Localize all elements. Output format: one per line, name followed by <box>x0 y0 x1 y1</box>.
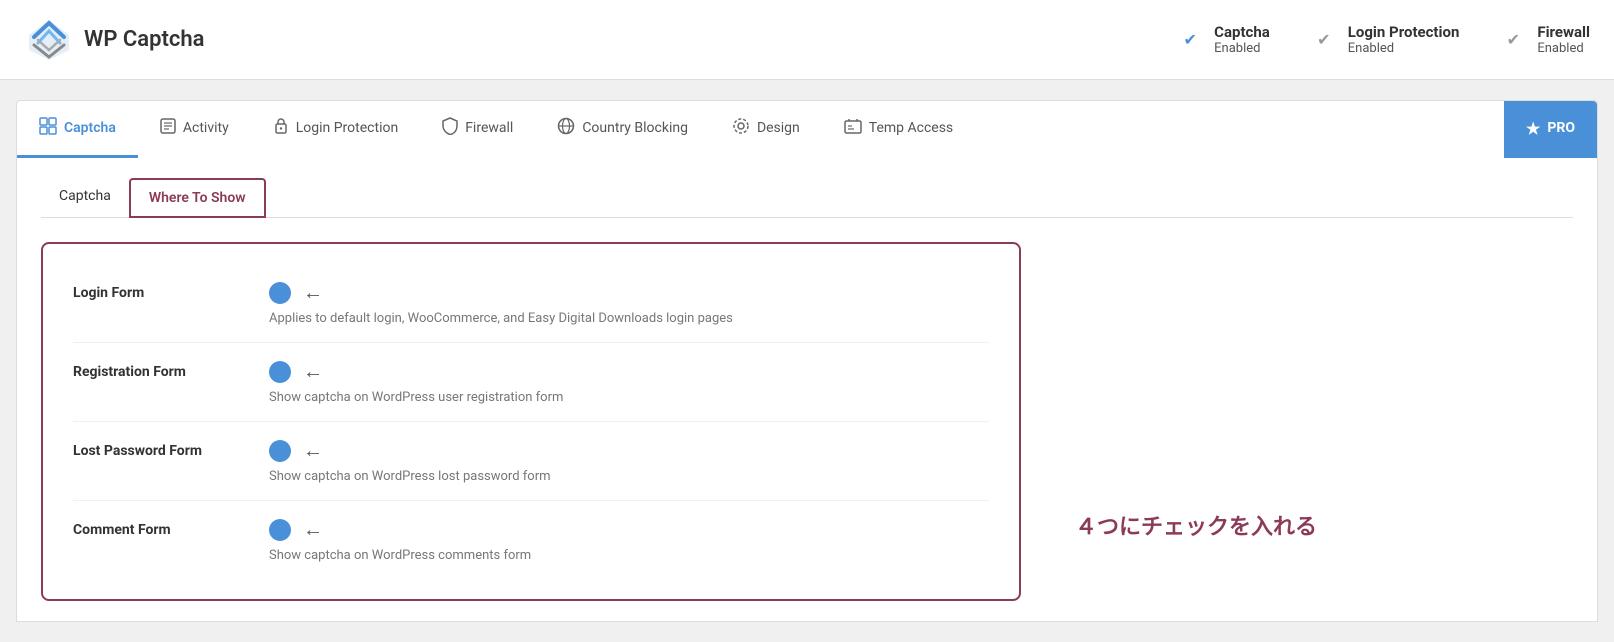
settings-box: Login Form ← Applies to default login, W… <box>41 242 1021 601</box>
logo-text: WP Captcha <box>84 27 204 52</box>
tab-pro[interactable]: ★ PRO <box>1504 101 1597 158</box>
tab-firewall-label: Firewall <box>465 120 513 136</box>
lost-password-form-description: Show captcha on WordPress lost password … <box>269 469 989 484</box>
captcha-status-title: Captcha <box>1214 23 1270 41</box>
login-protection-status-text: Login Protection Enabled <box>1348 23 1460 56</box>
tab-login-protection-label: Login Protection <box>296 120 398 136</box>
captcha-tab-icon <box>39 117 57 139</box>
captcha-status-subtitle: Enabled <box>1214 41 1270 56</box>
comment-form-row-top: Comment Form ← <box>73 517 989 542</box>
status-login-protection: ✔ Login Protection Enabled <box>1310 23 1460 56</box>
tab-captcha-label: Captcha <box>64 120 116 136</box>
tab-temp-access-label: Temp Access <box>869 120 953 136</box>
login-protection-status-subtitle: Enabled <box>1348 41 1460 56</box>
tab-design-label: Design <box>757 120 800 136</box>
registration-form-description: Show captcha on WordPress user registrat… <box>269 390 989 405</box>
sub-tab-captcha-label: Captcha <box>59 188 111 204</box>
lost-password-form-toggle-area[interactable]: ← <box>269 438 323 463</box>
main-panel: Captcha Where To Show Login Form ← Appli… <box>16 158 1598 622</box>
tabs-bar: Captcha Activity Login Protection Firewa… <box>16 100 1598 158</box>
lost-password-form-toggle[interactable] <box>269 440 291 462</box>
annotation-text: ４つにチェックを入れる <box>1075 509 1317 541</box>
tab-activity-label: Activity <box>183 120 229 136</box>
comment-form-arrow-icon: ← <box>303 517 323 542</box>
header-status-items: ✔ Captcha Enabled ✔ Login Protection Ena… <box>1176 23 1590 56</box>
lost-password-form-row: Lost Password Form ← Show captcha on Wor… <box>73 422 989 501</box>
sub-tabs: Captcha Where To Show <box>41 178 1573 218</box>
sub-tab-captcha[interactable]: Captcha <box>41 178 129 218</box>
firewall-status-title: Firewall <box>1537 23 1590 41</box>
firewall-status-text: Firewall Enabled <box>1537 23 1590 56</box>
comment-form-description: Show captcha on WordPress comments form <box>269 548 989 563</box>
design-tab-icon <box>732 117 750 139</box>
lost-password-form-arrow-icon: ← <box>303 438 323 463</box>
activity-tab-icon <box>160 118 176 138</box>
registration-form-toggle[interactable] <box>269 361 291 383</box>
registration-form-row: Registration Form ← Show captcha on Word… <box>73 343 989 422</box>
lost-password-form-row-top: Lost Password Form ← <box>73 438 989 463</box>
login-form-arrow-icon: ← <box>303 280 323 305</box>
registration-form-toggle-area[interactable]: ← <box>269 359 323 384</box>
firewall-status-subtitle: Enabled <box>1537 41 1590 56</box>
login-protection-check-icon: ✔ <box>1310 26 1338 54</box>
logo-area: WP Captcha <box>24 15 1176 65</box>
login-form-label: Login Form <box>73 285 253 301</box>
main-content: Captcha Activity Login Protection Firewa… <box>0 80 1614 642</box>
firewall-check-icon: ✔ <box>1499 26 1527 54</box>
status-firewall: ✔ Firewall Enabled <box>1499 23 1590 56</box>
registration-form-arrow-icon: ← <box>303 359 323 384</box>
firewall-tab-icon <box>442 117 458 139</box>
login-protection-tab-icon <box>273 117 289 139</box>
comment-form-toggle[interactable] <box>269 519 291 541</box>
pro-tab-icon: ★ <box>1526 119 1540 138</box>
tab-design[interactable]: Design <box>710 101 822 158</box>
registration-form-label: Registration Form <box>73 364 253 380</box>
login-form-row: Login Form ← Applies to default login, W… <box>73 264 989 343</box>
login-form-row-top: Login Form ← <box>73 280 989 305</box>
comment-form-toggle-area[interactable]: ← <box>269 517 323 542</box>
status-captcha: ✔ Captcha Enabled <box>1176 23 1270 56</box>
tab-captcha[interactable]: Captcha <box>17 101 138 158</box>
temp-access-tab-icon <box>844 117 862 139</box>
lost-password-form-label: Lost Password Form <box>73 443 253 459</box>
login-form-toggle-area[interactable]: ← <box>269 280 323 305</box>
comment-form-label: Comment Form <box>73 522 253 538</box>
tab-temp-access[interactable]: Temp Access <box>822 101 975 158</box>
sub-tab-where-to-show[interactable]: Where To Show <box>129 178 266 218</box>
logo-icon <box>24 15 74 65</box>
tab-pro-label: PRO <box>1547 120 1575 136</box>
comment-form-row: Comment Form ← Show captcha on WordPress… <box>73 501 989 579</box>
header: WP Captcha ✔ Captcha Enabled ✔ Login Pro… <box>0 0 1614 80</box>
country-blocking-tab-icon <box>557 117 575 139</box>
tab-login-protection[interactable]: Login Protection <box>251 101 420 158</box>
tab-firewall[interactable]: Firewall <box>420 101 535 158</box>
sub-tab-where-to-show-label: Where To Show <box>149 190 246 206</box>
tab-country-blocking[interactable]: Country Blocking <box>535 101 710 158</box>
captcha-check-icon: ✔ <box>1176 26 1204 54</box>
tab-activity[interactable]: Activity <box>138 101 251 158</box>
registration-form-row-top: Registration Form ← <box>73 359 989 384</box>
tab-country-blocking-label: Country Blocking <box>582 120 688 136</box>
captcha-status-text: Captcha Enabled <box>1214 23 1270 56</box>
login-form-description: Applies to default login, WooCommerce, a… <box>269 311 989 326</box>
login-protection-status-title: Login Protection <box>1348 23 1460 41</box>
login-form-toggle[interactable] <box>269 282 291 304</box>
